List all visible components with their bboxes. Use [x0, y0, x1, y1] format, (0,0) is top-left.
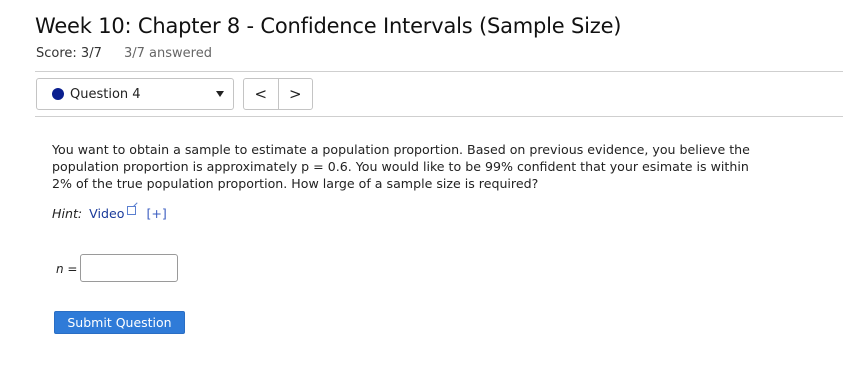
next-question-button[interactable]: >	[279, 79, 313, 109]
caret-down-icon	[216, 91, 224, 97]
expand-hint-button[interactable]: [+]	[146, 206, 166, 221]
answered-count: 3/7 answered	[124, 46, 212, 61]
divider-bottom	[35, 116, 843, 117]
external-link-icon	[127, 206, 137, 215]
video-link[interactable]: Video	[89, 206, 124, 221]
question-text: You want to obtain a sample to estimate …	[52, 142, 750, 191]
sample-size-input[interactable]	[80, 254, 178, 282]
score-text: Score: 3/7	[36, 46, 102, 61]
chevron-right-icon: >	[288, 85, 302, 103]
hint-label: Hint:	[52, 206, 83, 221]
submit-question-button[interactable]: Submit Question	[54, 311, 185, 334]
answer-label: n =	[56, 262, 78, 276]
score-row: Score: 3/7 3/7 answered	[36, 46, 212, 61]
divider-top	[35, 71, 843, 72]
chevron-left-icon: <	[254, 85, 268, 103]
assessment-page: Week 10: Chapter 8 - Confidence Interval…	[0, 0, 843, 372]
question-nav-buttons: < >	[243, 78, 313, 110]
previous-question-button[interactable]: <	[244, 79, 279, 109]
page-title: Week 10: Chapter 8 - Confidence Interval…	[35, 14, 622, 38]
question-select[interactable]: Question 4	[36, 78, 234, 110]
question-status-dot-icon	[52, 88, 64, 100]
question-select-label: Question 4	[70, 86, 141, 102]
hint-row: Hint: Video [+]	[52, 206, 167, 221]
